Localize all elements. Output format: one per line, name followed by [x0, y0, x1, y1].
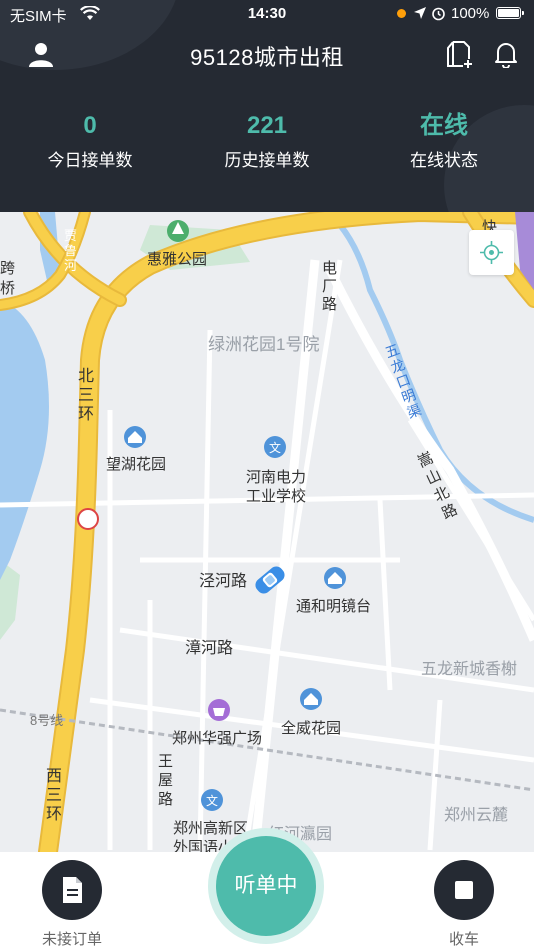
- map-label: 郑州华强广场: [172, 730, 263, 747]
- stat-online-status: 在线 在线状态: [354, 110, 534, 171]
- battery-icon: [496, 7, 524, 19]
- map-label: 河南电力: [246, 469, 307, 486]
- map-label: 西三环: [46, 768, 63, 823]
- map-label: 泾河路: [199, 573, 248, 590]
- location-arrow-icon: [413, 6, 427, 24]
- status-bar: 无SIM卡 14:30 100%: [0, 0, 534, 28]
- map-label: 贾鲁河: [64, 228, 78, 273]
- listening-button[interactable]: 听单中: [216, 836, 316, 936]
- map-label: 望湖花园: [106, 456, 167, 473]
- map-label: 桥: [0, 280, 16, 297]
- map-label: 8号线: [30, 713, 64, 728]
- stat-value: 在线: [420, 112, 468, 139]
- map-label: 漳河路: [185, 640, 234, 657]
- locate-button[interactable]: [469, 230, 514, 275]
- stat-history-orders: 221 历史接单数: [177, 110, 357, 171]
- svg-text:文: 文: [269, 440, 281, 455]
- map-label: 王屋路: [158, 753, 174, 808]
- map-label: 北三环: [78, 368, 95, 423]
- map-label: 通和明镜台: [296, 598, 372, 615]
- stat-value: 221: [246, 112, 288, 139]
- end-shift-button[interactable]: [434, 860, 494, 920]
- map-label: 全威花园: [281, 720, 342, 737]
- map-label: 惠雅公园: [147, 251, 208, 268]
- map-canvas: 文 文: [0, 212, 534, 852]
- map-label: 跨: [0, 260, 16, 277]
- pending-orders-button[interactable]: [42, 860, 102, 920]
- map-label: 工业学校: [246, 488, 307, 505]
- battery-percent: 100%: [451, 5, 490, 22]
- stat-value: 0: [83, 112, 97, 139]
- map-label: 电厂路: [322, 260, 338, 313]
- crosshair-icon: [480, 241, 503, 264]
- map-view[interactable]: 文 文 惠雅公园 绿洲花园1号院 北三环 望湖花园 河南电力 工业学校 泾河路 …: [0, 212, 534, 852]
- stat-label: 在线状态: [410, 151, 478, 170]
- stat-label: 今日接单数: [47, 151, 133, 170]
- map-label: 五龙新城香榭: [421, 661, 518, 678]
- add-document-icon[interactable]: [445, 39, 475, 74]
- pending-orders-label: 未接订单: [41, 931, 102, 948]
- stat-label: 历史接单数: [224, 151, 310, 170]
- map-label: 绿洲花园1号院: [208, 335, 320, 354]
- header: 无SIM卡 14:30 100% 95128城市出租 0 今日接单数 221 历…: [0, 0, 534, 212]
- nav-bar: 95128城市出租: [0, 34, 534, 74]
- document-icon: [63, 877, 82, 903]
- stop-icon: [455, 881, 473, 899]
- gas-station-icon: [77, 508, 99, 530]
- recording-dot-icon: [397, 9, 406, 18]
- map-label: 郑州云麓: [444, 807, 509, 824]
- alarm-icon: [431, 6, 446, 25]
- svg-text:文: 文: [206, 793, 218, 808]
- bell-icon[interactable]: [494, 40, 518, 73]
- end-shift-label: 收车: [448, 931, 479, 948]
- stat-today-orders: 0 今日接单数: [0, 110, 180, 171]
